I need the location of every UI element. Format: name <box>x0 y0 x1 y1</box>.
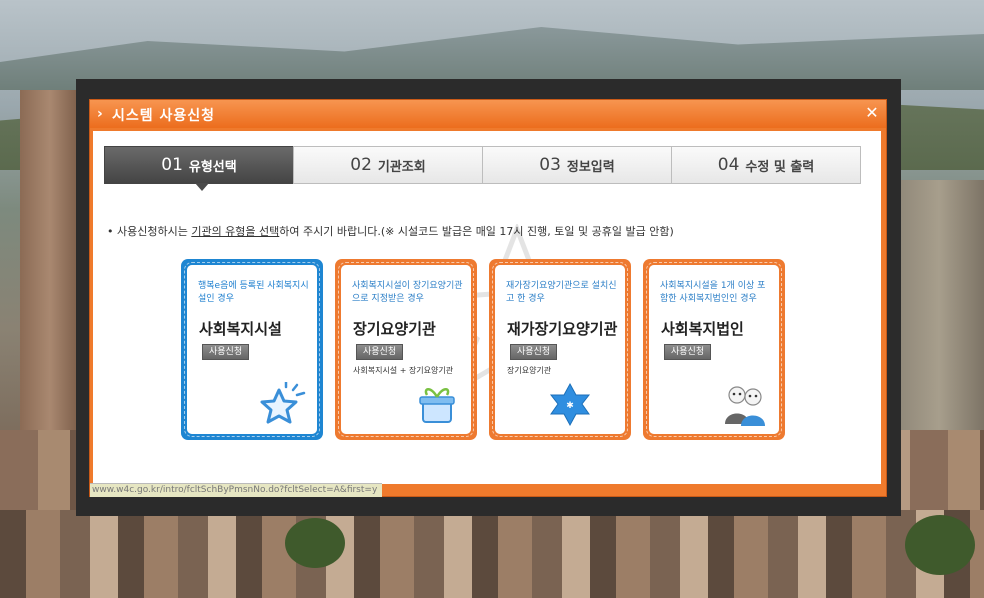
step-number: 04 <box>717 155 740 175</box>
card-description: 재가장기요양기관으로 설치신고 한 경우 <box>506 281 617 304</box>
card-social-welfare-corporation[interactable]: 사회복지시설을 1개 이상 포함한 사회복지법인인 경우 사회복지법인 사용신청 <box>643 259 785 440</box>
status-bar-url: www.w4c.go.kr/intro/fcltSchByPmsnNo.do?f… <box>90 483 382 497</box>
dialog-title: 시스템 사용신청 <box>112 108 216 124</box>
step-label: 유형선택 <box>188 159 237 175</box>
card-long-term-care[interactable]: 사회복지시설이 장기요양기관으로 지정받은 경우 장기요양기관 사용신청 사회복… <box>335 259 477 440</box>
chevron-right-icon: › <box>97 106 103 122</box>
instruction-suffix: 하여 주시기 바랍니다.(※ 시설코드 발급은 매일 17시 진행, 토일 및 … <box>279 225 674 238</box>
close-button[interactable]: ✕ <box>864 105 880 121</box>
svg-text:✱: ✱ <box>566 401 574 411</box>
card-social-welfare-facility[interactable]: 행복e음에 등록된 사회복지시설인 경우 사회복지시설 사용신청 <box>181 259 323 440</box>
card-description: 사회복지시설을 1개 이상 포함한 사회복지법인인 경우 <box>660 281 766 304</box>
step-label: 정보입력 <box>566 159 615 175</box>
step-number: 03 <box>539 155 561 175</box>
org-type-cards: 행복e음에 등록된 사회복지시설인 경우 사회복지시설 사용신청 사회복지시설이… <box>181 259 785 443</box>
card-title: 재가장기요양기관 <box>507 320 618 338</box>
gift-box-icon <box>419 388 455 423</box>
dialog-content: 01 유형선택 02 기관조회 03 정보입력 04 수정 및 출력 • 사용신… <box>93 131 881 484</box>
people-icon <box>725 386 765 426</box>
card-description: 행복e음에 등록된 사회복지시설인 경우 <box>198 281 309 304</box>
instruction-text: • 사용신청하시는 기관의 유형을 선택하여 주시기 바랍니다.(※ 시설코드 … <box>107 223 674 239</box>
step-tabs: 01 유형선택 02 기관조회 03 정보입력 04 수정 및 출력 <box>104 146 861 191</box>
step-label: 기관조회 <box>377 159 426 175</box>
step-tab-org-search[interactable]: 02 기관조회 <box>293 146 482 184</box>
apply-button[interactable]: 사용신청 <box>356 344 404 360</box>
instruction-emphasis: 기관의 유형을 선택 <box>191 225 280 238</box>
active-step-pointer <box>195 183 209 191</box>
system-apply-dialog: › 시스템 사용신청 ✕ 01 유형선택 02 기관조회 03 정보입력 04 … <box>89 99 887 497</box>
apply-button[interactable]: 사용신청 <box>202 344 250 360</box>
card-subtext: 사회복지시설 + 장기요양기관 <box>353 366 454 375</box>
card-body: 재가장기요양기관으로 설치신고 한 경우 재가장기요양기관 사용신청 장기요양기… <box>492 262 628 437</box>
card-description: 사회복지시설이 장기요양기관으로 지정받은 경우 <box>352 281 463 304</box>
apply-button[interactable]: 사용신청 <box>664 344 712 360</box>
step-tab-type-select[interactable]: 01 유형선택 <box>104 146 293 191</box>
apply-button[interactable]: 사용신청 <box>510 344 558 360</box>
card-title: 사회복지시설 <box>199 320 282 338</box>
card-body: 행복e음에 등록된 사회복지시설인 경우 사회복지시설 사용신청 <box>184 262 320 437</box>
star-icon <box>260 382 306 424</box>
card-title: 사회복지법인 <box>661 320 744 338</box>
card-body: 사회복지시설이 장기요양기관으로 지정받은 경우 장기요양기관 사용신청 사회복… <box>338 262 474 437</box>
dialog-titlebar: › 시스템 사용신청 ✕ <box>90 100 886 128</box>
background-tree <box>905 515 975 575</box>
step-tab-info-input[interactable]: 03 정보입력 <box>482 146 671 184</box>
step-number: 01 <box>161 155 183 175</box>
card-home-long-term-care[interactable]: 재가장기요양기관으로 설치신고 한 경우 재가장기요양기관 사용신청 장기요양기… <box>489 259 631 440</box>
card-body: 사회복지시설을 1개 이상 포함한 사회복지법인인 경우 사회복지법인 사용신청 <box>646 262 782 437</box>
instruction-prefix: • 사용신청하시는 <box>107 225 192 238</box>
snowflake-star-icon: ✱ <box>549 382 591 426</box>
step-number: 02 <box>350 155 372 175</box>
card-title: 장기요양기관 <box>353 320 436 338</box>
step-tab-edit-print[interactable]: 04 수정 및 출력 <box>671 146 861 184</box>
background-town-roofs <box>0 510 984 598</box>
card-subtext: 장기요양기관 <box>507 366 552 375</box>
step-label: 수정 및 출력 <box>745 159 815 175</box>
background-tower <box>20 90 80 430</box>
background-tree <box>285 518 345 568</box>
